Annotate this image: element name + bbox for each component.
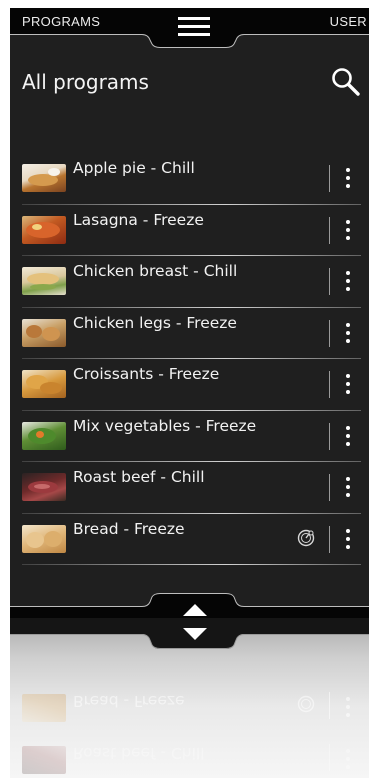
program-row-lasagna[interactable]: Lasagna - Freeze <box>10 205 369 256</box>
bread-thumbnail <box>22 694 66 722</box>
row-divider <box>329 268 330 295</box>
chicken-legs-thumbnail <box>22 318 66 347</box>
roast-beef-thumbnail <box>22 473 66 501</box>
program-row-bread[interactable]: Bread - Freeze <box>10 514 369 565</box>
lasagna-thumbnail <box>22 215 66 244</box>
row-divider <box>329 525 330 553</box>
program-label: Croissants - Freeze <box>73 365 220 383</box>
device-panel: PROGRAMS USER All programs Apple pie - C… <box>10 8 369 618</box>
reflection: Bread - Freeze Roast beef - Chill <box>10 618 369 778</box>
program-row-croissants[interactable]: Croissants - Freeze <box>10 359 369 411</box>
croissants-thumbnail <box>22 370 66 398</box>
timer-icon <box>297 695 315 713</box>
arrow-down-icon[interactable] <box>183 628 207 640</box>
search-icon[interactable] <box>330 66 362 98</box>
programs-tab[interactable]: PROGRAMS <box>22 14 100 29</box>
more-vertical-icon[interactable] <box>340 216 356 244</box>
user-tab[interactable]: USER <box>330 14 367 29</box>
more-vertical-icon[interactable] <box>340 267 356 295</box>
arrow-up-icon[interactable] <box>183 604 207 616</box>
chicken-breast-thumbnail <box>22 267 66 295</box>
row-divider <box>329 744 330 771</box>
program-row-mix-vegetables[interactable]: Mix vegetables - Freeze <box>10 411 369 462</box>
row-divider <box>329 165 330 192</box>
program-label: Roast beef - Chill <box>73 744 205 762</box>
row-divider <box>329 692 330 719</box>
more-vertical-icon <box>340 745 356 773</box>
more-vertical-icon[interactable] <box>340 370 356 398</box>
program-list: Apple pie - Chill Lasagna - Freeze Chick… <box>10 153 369 565</box>
more-vertical-icon[interactable] <box>340 525 356 553</box>
row-divider <box>329 371 330 398</box>
row-divider <box>329 319 330 347</box>
hamburger-icon[interactable] <box>178 16 210 38</box>
row-separator <box>22 564 361 565</box>
reflection-row-roast-beef: Roast beef - Chill <box>10 734 369 778</box>
program-label: Lasagna - Freeze <box>73 210 204 229</box>
apple-pie-thumbnail <box>22 164 66 192</box>
row-divider <box>329 216 330 244</box>
row-divider <box>329 474 330 501</box>
program-row-chicken-legs[interactable]: Chicken legs - Freeze <box>10 308 369 359</box>
mix-vegetables-thumbnail <box>22 421 66 450</box>
program-label: Mix vegetables - Freeze <box>73 416 257 435</box>
roast-beef-thumbnail <box>22 746 66 774</box>
row-divider <box>329 422 330 450</box>
program-label: Bread - Freeze <box>73 692 185 710</box>
program-label: Chicken legs - Freeze <box>73 313 237 332</box>
program-label: Chicken breast - Chill <box>73 262 238 280</box>
reflection-row-bread: Bread - Freeze <box>10 682 369 732</box>
more-vertical-icon[interactable] <box>340 164 356 192</box>
program-row-apple-pie[interactable]: Apple pie - Chill <box>10 153 369 205</box>
more-vertical-icon[interactable] <box>340 319 356 347</box>
program-label: Bread - Freeze <box>73 519 185 538</box>
program-label: Roast beef - Chill <box>73 468 205 486</box>
program-row-chicken-breast[interactable]: Chicken breast - Chill <box>10 256 369 308</box>
bread-thumbnail <box>22 524 66 553</box>
program-label: Apple pie - Chill <box>73 159 195 177</box>
program-row-roast-beef[interactable]: Roast beef - Chill <box>10 462 369 514</box>
page-title: All programs <box>22 70 149 94</box>
more-vertical-icon[interactable] <box>340 473 356 501</box>
timer-icon <box>297 529 315 546</box>
top-bar: PROGRAMS USER <box>10 8 369 48</box>
more-vertical-icon <box>340 693 356 721</box>
more-vertical-icon[interactable] <box>340 422 356 450</box>
